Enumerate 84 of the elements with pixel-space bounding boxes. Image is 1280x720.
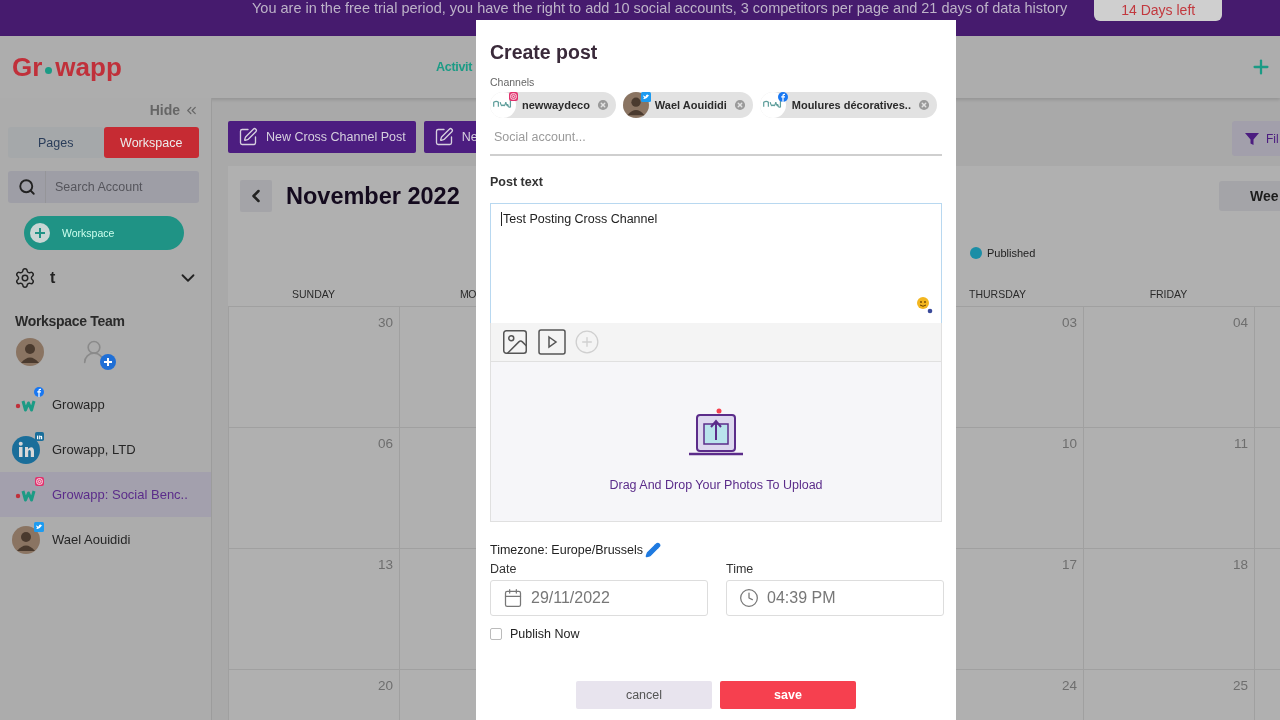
weekday-header: SUNDAY — [292, 287, 335, 302]
weekday-header: MO — [460, 287, 476, 302]
user-avatar — [12, 525, 40, 554]
previous-month-button[interactable] — [240, 180, 272, 212]
time-field[interactable]: 04:39 PM — [726, 580, 944, 616]
instagram-badge-icon — [509, 92, 518, 101]
logo-text: wapp — [55, 51, 122, 83]
search-icon — [17, 178, 36, 196]
upload-area[interactable]: Drag And Drop Your Photos To Upload — [490, 361, 942, 522]
edit-icon — [238, 127, 258, 147]
remove-icon[interactable] — [732, 98, 747, 112]
trial-days-badge: 14 Days left — [1094, 0, 1223, 21]
settings-icon[interactable] — [14, 267, 36, 289]
linkedin-logo-icon — [12, 435, 40, 464]
trial-banner-message: You are in the free trial period, you have the right to add 10 social accounts, 3 competitors per page and 21 days of data history — [252, 0, 1068, 16]
facebook-badge-icon — [777, 92, 788, 102]
twitter-badge-icon — [640, 92, 651, 102]
calendar-day-cell[interactable]: 13 — [228, 548, 399, 669]
image-icon[interactable] — [500, 327, 530, 357]
publish-now-checkbox[interactable] — [490, 628, 502, 640]
remove-icon[interactable] — [917, 98, 931, 112]
channel-name: newwaydeco — [522, 99, 590, 111]
publish-now-label: Publish Now — [510, 627, 580, 641]
sidebar-item[interactable]: Growapp — [0, 382, 211, 427]
logo-dot-icon — [44, 65, 54, 75]
calendar-day-cell[interactable]: 30 — [228, 306, 399, 427]
video-icon[interactable] — [538, 329, 566, 355]
user-avatar — [16, 338, 44, 366]
plus-icon — [30, 223, 50, 243]
weekday-header: FRIDAY — [1149, 287, 1188, 302]
channel-chip[interactable]: Moulures décoratives.. — [759, 92, 937, 118]
brand-logo-icon — [490, 92, 516, 118]
facebook-badge-icon — [34, 386, 44, 397]
date-field[interactable]: 29/11/2022 — [490, 580, 708, 616]
edit-icon — [433, 127, 454, 147]
logo-text: Gr — [12, 51, 43, 83]
upload-icon — [688, 408, 744, 458]
sidebar-item[interactable]: Wael Aouididi — [0, 517, 211, 562]
calendar-day-cell[interactable]: 06 — [228, 427, 399, 548]
date-label: Date — [490, 562, 518, 578]
upload-hint: Drag And Drop Your Photos To Upload — [609, 478, 823, 492]
remove-icon[interactable] — [595, 98, 610, 112]
channels-label: Channels — [490, 76, 536, 88]
sidebar-item[interactable]: Growapp: Social Benc.. — [0, 472, 211, 517]
edit-icon[interactable] — [645, 542, 662, 558]
calendar-day-cell[interactable]: 20 — [228, 669, 399, 720]
add-workspace-button[interactable]: Workspace — [24, 216, 184, 250]
sidebar-tab[interactable]: Pages — [8, 127, 104, 158]
weekday-header: THURSDAY — [969, 287, 1026, 302]
dialog-title: Create post — [490, 41, 599, 64]
search-button[interactable] — [8, 171, 46, 203]
plus-badge-icon — [100, 354, 116, 370]
calendar-day-cell[interactable]: 11 — [1083, 427, 1254, 548]
time-label: Time — [726, 562, 755, 578]
month-title: November 2022 — [286, 182, 460, 210]
filter-button[interactable]: Fil — [1232, 121, 1280, 156]
channel-name: Wael Aouididi — [654, 99, 727, 111]
sidebar-item[interactable]: Growapp, LTD — [0, 427, 211, 472]
new-post-button[interactable]: New Cross Channel Post — [228, 121, 416, 153]
workspace-name: t — [50, 269, 57, 287]
calendar-day-cell[interactable]: 18 — [1083, 548, 1254, 669]
linkedin-badge-icon — [35, 431, 44, 441]
channel-chip[interactable]: newwaydeco — [490, 92, 616, 118]
post-text-label: Post text — [490, 175, 544, 189]
emoji-icon[interactable] — [915, 295, 933, 315]
cancel-button[interactable]: cancel — [576, 681, 712, 709]
twitter-badge-icon — [34, 521, 44, 532]
timezone-text: Timezone: Europe/Brussels — [490, 543, 644, 557]
team-title: Workspace Team — [14, 313, 126, 329]
search-field[interactable]: Search Account — [46, 171, 199, 203]
filter-icon — [1244, 130, 1260, 147]
legend-item: Published — [970, 244, 1036, 262]
view-selector[interactable]: Wee — [1219, 181, 1280, 211]
instagram-badge-icon — [35, 476, 44, 486]
save-button[interactable]: save — [720, 681, 856, 709]
hide-sidebar-link[interactable]: Hide — [149, 100, 199, 120]
sidebar-tab[interactable]: Workspace — [103, 127, 199, 158]
channel-name: Moulures décoratives.. — [791, 99, 911, 111]
calendar-day-cell[interactable]: 25 — [1083, 669, 1254, 720]
clock-icon — [739, 588, 759, 608]
calendar-day-cell[interactable]: 04 — [1083, 306, 1254, 427]
channel-chip[interactable]: Wael Aouididi — [622, 92, 753, 118]
calendar-icon — [503, 588, 523, 608]
add-media-icon[interactable] — [574, 329, 600, 355]
